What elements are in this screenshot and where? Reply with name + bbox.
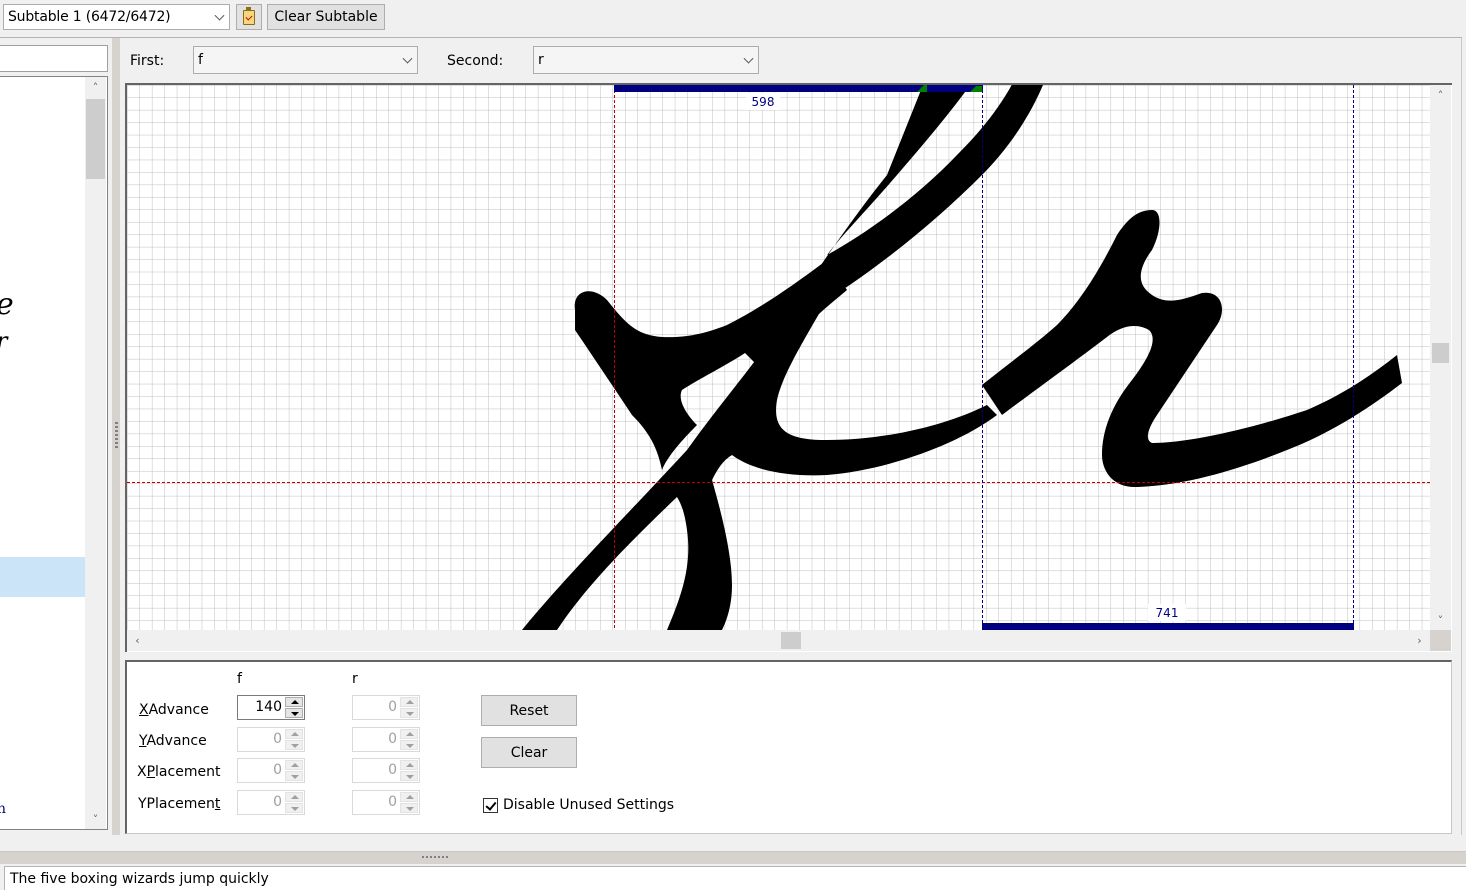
canvas-vertical-scrollbar[interactable]: ˄ ˅ (1430, 85, 1451, 630)
chevron-up-icon[interactable]: ˄ (1430, 85, 1451, 105)
list-vertical-scrollbar[interactable]: ˄ ˅ (85, 77, 106, 829)
chevron-down-icon (214, 10, 225, 21)
spin-down-icon[interactable] (400, 771, 418, 781)
clear-button[interactable]: Clear (481, 737, 577, 768)
splitter-grip-icon (422, 856, 448, 858)
first-xadvance-spinner[interactable]: 140 (237, 695, 305, 720)
chevron-down-icon[interactable]: ˅ (1430, 610, 1451, 630)
chevron-right-icon[interactable]: › (1409, 630, 1430, 650)
disable-unused-settings-label: Disable Unused Settings (503, 797, 675, 813)
first-glyph-value: f (198, 52, 203, 68)
spin-up-icon[interactable] (400, 729, 418, 739)
second-column-header: r (352, 671, 358, 687)
first-advance-bar (614, 85, 983, 92)
first-advance-label: 598 (752, 95, 775, 109)
yplacement-label: YPlacement (138, 796, 221, 812)
clear-subtable-button[interactable]: Clear Subtable (267, 4, 385, 30)
second-yplacement-spinner[interactable]: 0 (352, 790, 420, 815)
chevron-up-icon[interactable]: ˄ (85, 77, 106, 97)
clipboard-button[interactable] (236, 4, 262, 30)
checkbox-checked-icon[interactable] (483, 797, 498, 813)
spin-up-icon[interactable] (400, 792, 418, 802)
sample-text-input[interactable]: The five boxing wizards jump quickly (4, 866, 1466, 890)
chevron-down-icon (743, 53, 754, 64)
horizontal-splitter[interactable] (0, 852, 1466, 864)
spin-down-icon[interactable] (285, 803, 303, 813)
positioning-settings-panel (125, 660, 1452, 834)
spin-up-icon[interactable] (400, 760, 418, 770)
second-glyph-select[interactable]: r (533, 46, 759, 74)
spin-up-icon[interactable] (285, 792, 303, 802)
list-glyph-fragment: r (0, 327, 7, 355)
chevron-down-icon (402, 53, 413, 64)
canvas-vscroll-thumb[interactable] (1432, 343, 1449, 363)
list-glyph-fragment: n (0, 801, 7, 817)
spin-down-icon[interactable] (400, 803, 418, 813)
spin-up-icon[interactable] (285, 760, 303, 770)
list-glyph-fragment: e (0, 287, 14, 322)
second-advance-bar (982, 623, 1354, 630)
second-advance-label: 741 (1156, 606, 1179, 620)
spin-down-icon[interactable] (285, 708, 303, 718)
subtable-select[interactable]: Subtable 1 (6472/6472) (3, 4, 230, 30)
first-xplacement-spinner[interactable]: 0 (237, 758, 305, 783)
first-label: First: (130, 53, 165, 69)
yadvance-label: YAdvance (139, 733, 207, 749)
first-yplacement-spinner[interactable]: 0 (237, 790, 305, 815)
spin-up-icon[interactable] (285, 697, 303, 707)
second-yadvance-spinner[interactable]: 0 (352, 727, 420, 752)
canvas-hscroll-thumb[interactable] (781, 632, 801, 649)
first-glyph-select[interactable]: f (193, 46, 418, 74)
scroll-corner (1430, 630, 1451, 651)
spin-up-icon[interactable] (400, 697, 418, 707)
subtable-select-value: Subtable 1 (6472/6472) (8, 9, 171, 25)
glyph-pair-list[interactable]: e r n ˄ ˅ (0, 76, 108, 830)
list-scroll-thumb[interactable] (86, 99, 105, 179)
spin-down-icon[interactable] (285, 740, 303, 750)
second-label: Second: (447, 53, 504, 69)
first-yadvance-spinner[interactable]: 0 (237, 727, 305, 752)
spin-up-icon[interactable] (285, 729, 303, 739)
clipboard-check-icon (243, 6, 255, 25)
xadvance-label: XAdvance (139, 702, 209, 718)
chevron-left-icon[interactable]: ‹ (127, 630, 148, 650)
glyph-preview-canvas[interactable]: 598 741 (125, 83, 1452, 652)
chevron-down-icon[interactable]: ˅ (85, 809, 106, 829)
canvas-horizontal-scrollbar[interactable]: ‹ › (127, 630, 1430, 651)
glyph-preview-svg: 598 741 (127, 85, 1430, 630)
reset-button[interactable]: Reset (481, 695, 577, 726)
spin-down-icon[interactable] (285, 771, 303, 781)
selected-list-item[interactable] (0, 557, 85, 597)
second-xadvance-spinner[interactable]: 0 (352, 695, 420, 720)
splitter-grip-icon (115, 422, 118, 450)
second-xplacement-spinner[interactable]: 0 (352, 758, 420, 783)
glyph-search-input[interactable] (0, 45, 108, 72)
spin-down-icon[interactable] (400, 708, 418, 718)
spin-down-icon[interactable] (400, 740, 418, 750)
first-column-header: f (237, 671, 242, 687)
disable-unused-settings-checkbox[interactable]: Disable Unused Settings (483, 797, 674, 813)
xplacement-label: XPlacement (137, 764, 221, 780)
second-glyph-value: r (538, 52, 544, 68)
